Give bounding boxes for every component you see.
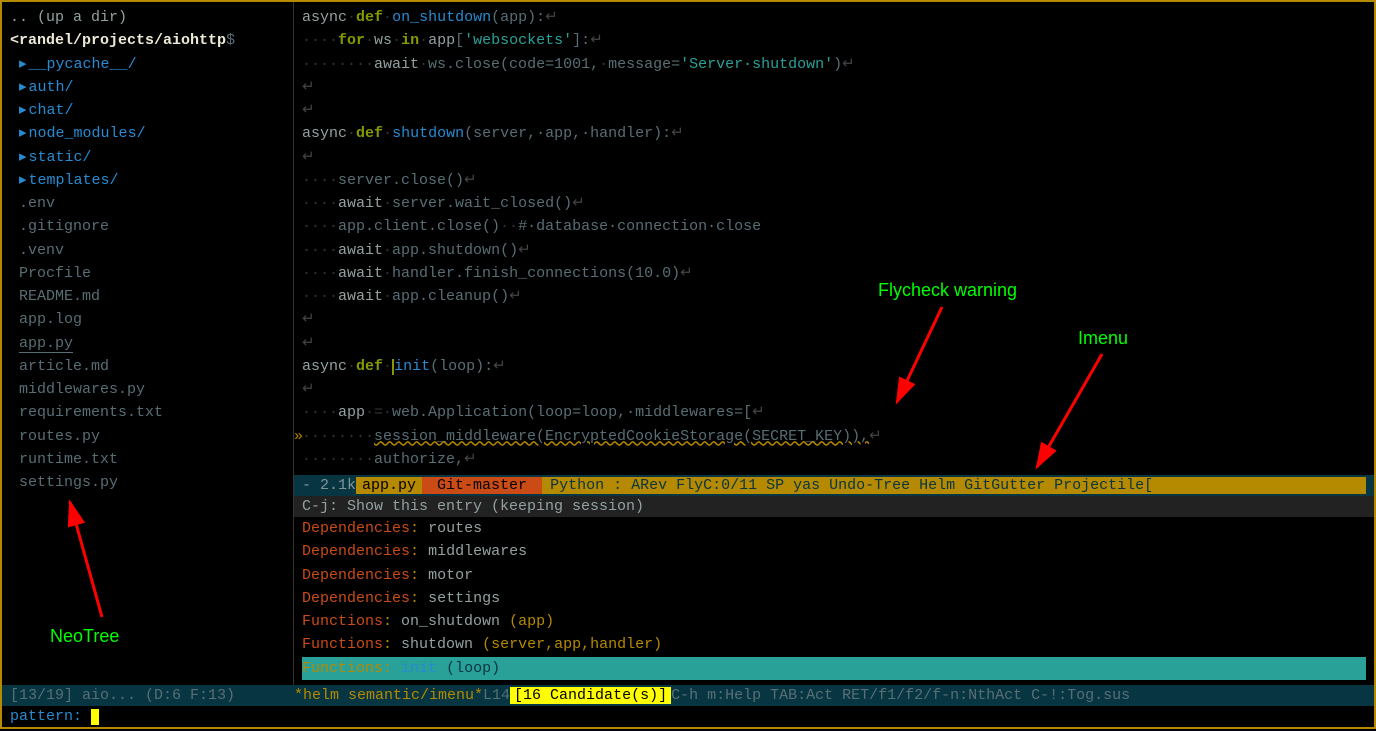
minibuffer-prompt: pattern: [10, 708, 91, 725]
modeline: - 2.1k app.py Git-master Python : ARev F… [294, 475, 1374, 496]
sidebar-file[interactable]: middlewares.py [10, 378, 285, 401]
sidebar-file[interactable]: .env [10, 192, 285, 215]
sidebar-file[interactable]: .venv [10, 239, 285, 262]
minibuffer[interactable]: pattern: [2, 706, 1374, 727]
modeline-filename: app.py [356, 477, 422, 494]
sidebar-file[interactable]: article.md [10, 355, 285, 378]
sidebar-file[interactable]: Procfile [10, 262, 285, 285]
sidebar-folder[interactable]: ▸templates/ [10, 169, 285, 192]
helm-hint: C-j: Show this entry (keeping session) [294, 496, 1374, 517]
neotree-status: [13/19] aio... (D:6 F:13) [10, 687, 294, 704]
sidebar-file[interactable]: settings.py [10, 471, 285, 494]
modeline-git-branch: Git-master [422, 477, 542, 494]
helm-candidate-list[interactable]: Dependencies: routesDependencies: middle… [294, 517, 1374, 680]
helm-item[interactable]: Functions: init (loop) [302, 657, 1366, 680]
sidebar-file[interactable]: runtime.txt [10, 448, 285, 471]
bottom-status: [13/19] aio... (D:6 F:13) *helm semantic… [2, 685, 1374, 706]
sidebar-file[interactable]: app.py [10, 332, 285, 355]
sidebar-folder[interactable]: ▸auth/ [10, 76, 285, 99]
helm-buffer-name: *helm semantic/imenu* [294, 687, 483, 704]
sidebar-folder[interactable]: ▸__pycache__/ [10, 53, 285, 76]
sidebar-file[interactable]: .gitignore [10, 215, 285, 238]
helm-candidate-count: [16 Candidate(s)] [510, 687, 671, 704]
modeline-modes: Python : ARev FlyC:0/11 SP yas Undo-Tree… [542, 477, 1366, 494]
helm-help-hint: C-h m:Help TAB:Act RET/f1/f2/f-n:NthAct … [671, 687, 1130, 704]
helm-item[interactable]: Functions: on_shutdown (app) [302, 610, 1366, 633]
helm-item[interactable]: Dependencies: middlewares [302, 540, 1366, 563]
sidebar-folder[interactable]: ▸static/ [10, 146, 285, 169]
code-editor[interactable]: async·def·on_shutdown(app):↵····for·ws·i… [294, 2, 1374, 475]
neotree-sidebar[interactable]: .. (up a dir) <randel/projects/aiohttp$ … [2, 2, 294, 685]
helm-item[interactable]: Dependencies: motor [302, 564, 1366, 587]
sidebar-file[interactable]: routes.py [10, 425, 285, 448]
dir-up[interactable]: .. (up a dir) [10, 6, 285, 29]
sidebar-file[interactable]: app.log [10, 308, 285, 331]
sidebar-folder[interactable]: ▸node_modules/ [10, 122, 285, 145]
helm-item[interactable]: Functions: shutdown (server,app,handler) [302, 633, 1366, 656]
helm-item[interactable]: Dependencies: routes [302, 517, 1366, 540]
sidebar-file[interactable]: README.md [10, 285, 285, 308]
sidebar-folder[interactable]: ▸chat/ [10, 99, 285, 122]
dir-path[interactable]: <randel/projects/aiohttp$ [10, 29, 285, 52]
sidebar-file[interactable]: requirements.txt [10, 401, 285, 424]
cursor-icon [91, 709, 99, 725]
helm-item[interactable]: Dependencies: settings [302, 587, 1366, 610]
